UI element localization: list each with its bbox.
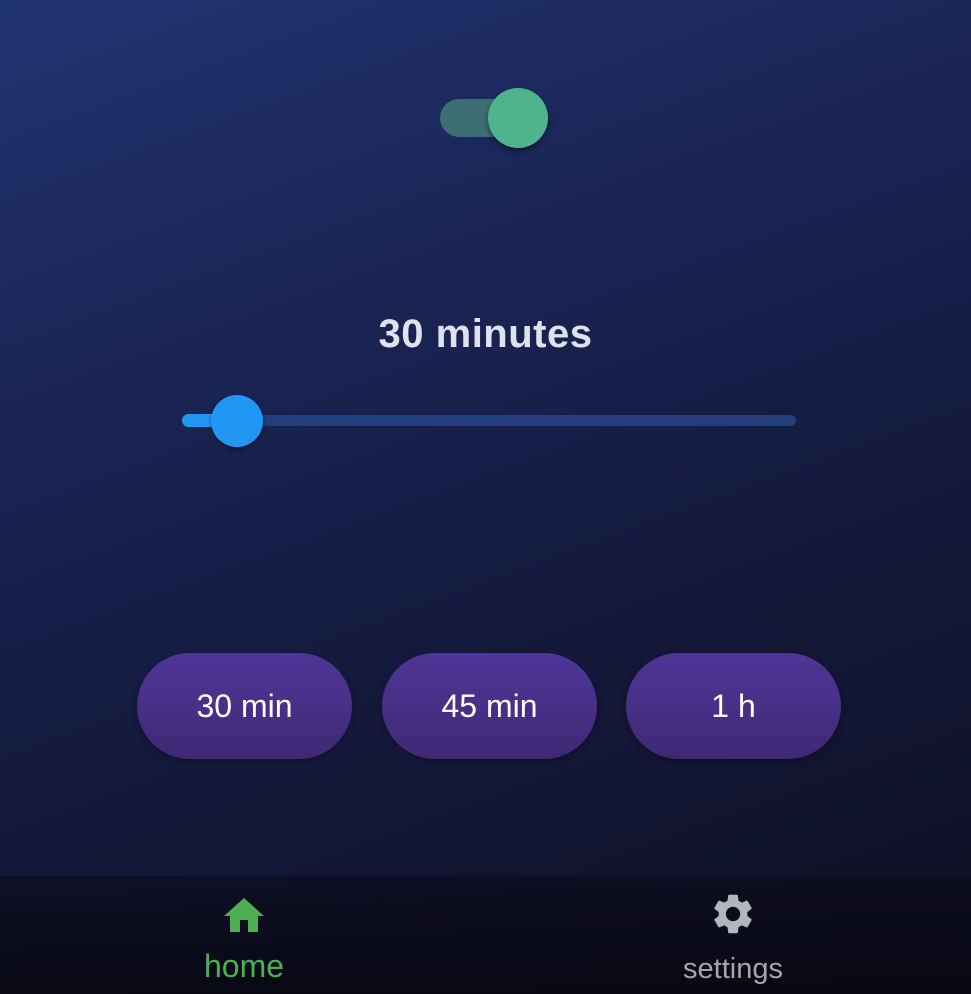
preset-1-h-button[interactable]: 1 h [626, 653, 841, 759]
gear-icon [714, 894, 752, 934]
slider-thumb[interactable] [211, 395, 263, 447]
preset-30-min-button[interactable]: 30 min [137, 653, 352, 759]
bottom-navigation: home settings [0, 876, 971, 994]
duration-label: 30 minutes [378, 312, 593, 356]
duration-slider[interactable] [182, 392, 796, 450]
nav-label-settings: settings [683, 953, 783, 985]
slider-track[interactable] [182, 415, 796, 426]
nav-item-home[interactable]: home [124, 876, 364, 994]
nav-label-home: home [203, 948, 285, 984]
home-icon [224, 898, 264, 932]
nav-item-settings[interactable]: settings [613, 876, 853, 994]
timer-toggle-switch[interactable] [440, 87, 548, 149]
toggle-thumb[interactable] [488, 88, 548, 148]
preset-buttons: 30 min 45 min 1 h [0, 653, 971, 759]
preset-45-min-button[interactable]: 45 min [382, 653, 597, 759]
app-screen: 30 minutes 30 min 45 min 1 h home settin… [0, 0, 971, 994]
